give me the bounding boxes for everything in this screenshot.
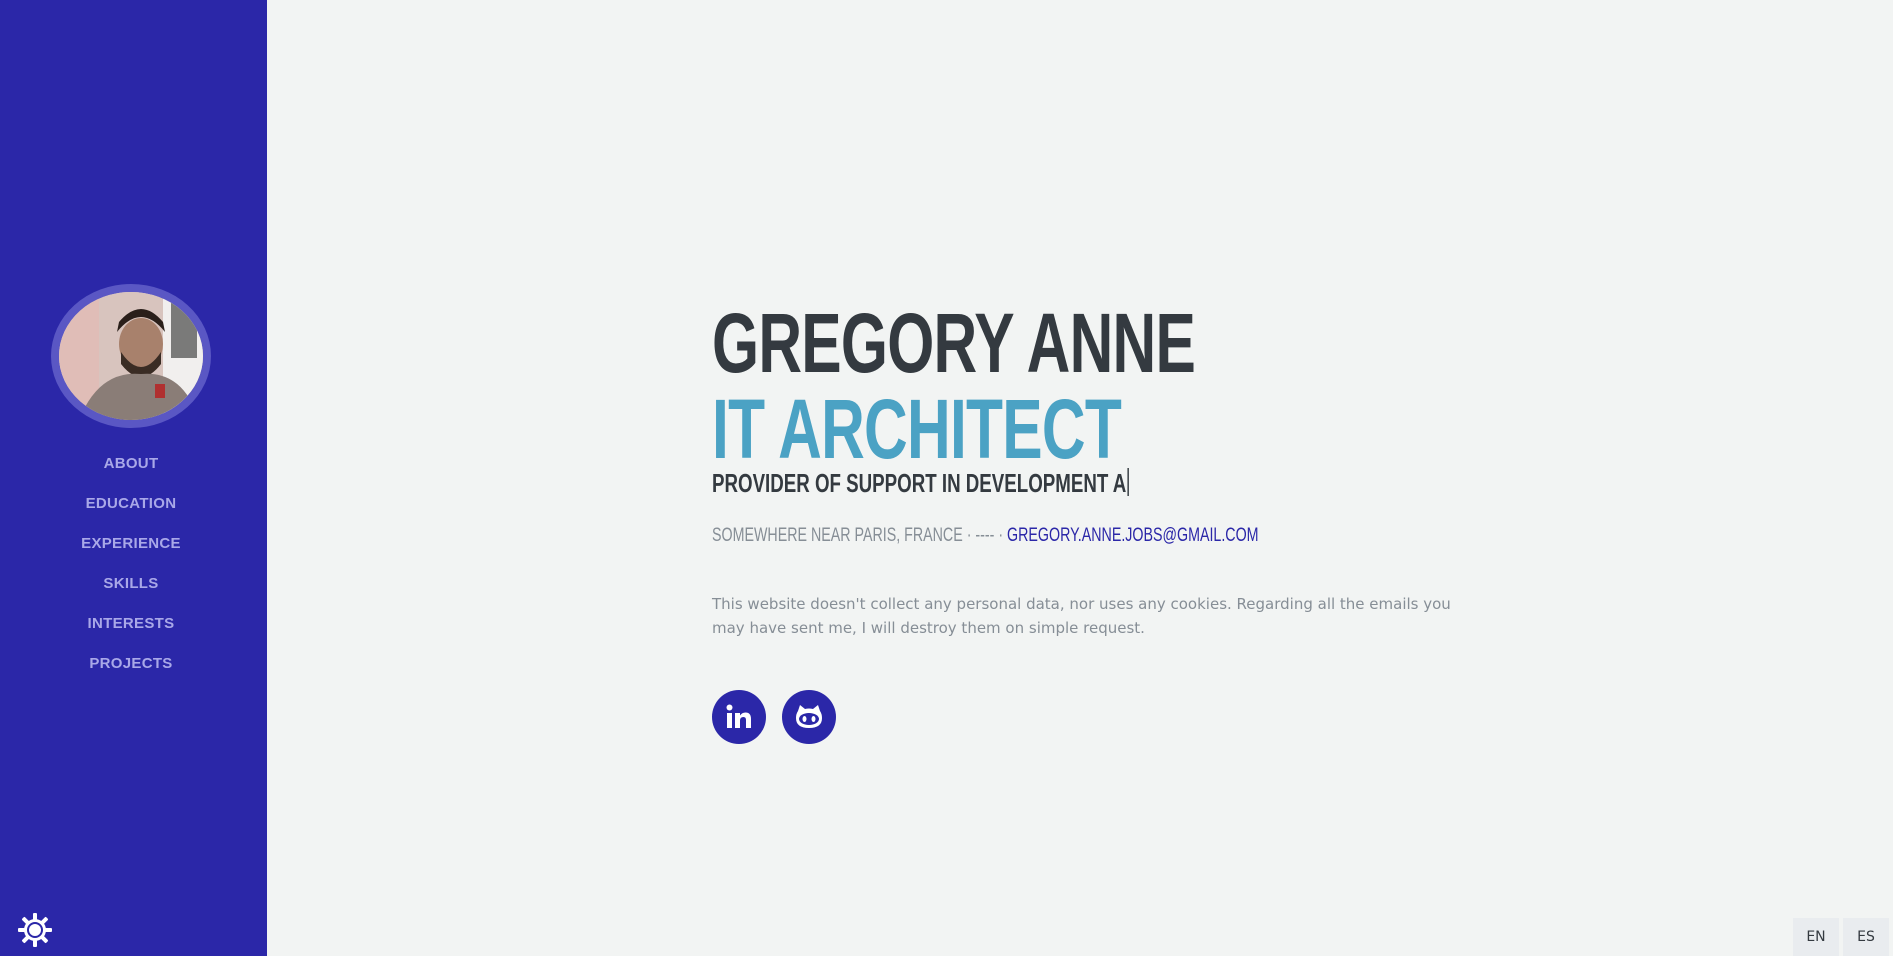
avatar-ring — [51, 284, 211, 428]
theme-toggle-button[interactable] — [17, 912, 53, 948]
nav-item-skills[interactable]: SKILLS — [0, 572, 262, 612]
language-es-button[interactable]: ES — [1843, 918, 1889, 956]
nav-item-interests[interactable]: INTERESTS — [0, 612, 262, 652]
contact-line: SOMEWHERE NEAR PARIS, FRANCE · ---- · GR… — [712, 524, 1282, 548]
nav-item-projects[interactable]: PROJECTS — [0, 652, 262, 692]
avatar-photo — [59, 292, 203, 420]
linkedin-button[interactable] — [712, 690, 766, 744]
social-links — [712, 690, 1472, 744]
typed-subtitle: PROVIDER OF SUPPORT IN DEVELOPMENT A — [712, 468, 1127, 498]
linkedin-icon — [726, 704, 751, 728]
sidebar: ABOUT EDUCATION EXPERIENCE SKILLS INTERE… — [0, 0, 267, 956]
typing-caret — [1127, 468, 1130, 496]
nav-item-experience[interactable]: EXPERIENCE — [0, 532, 262, 572]
gear-sun-icon — [18, 913, 52, 947]
github-icon — [796, 705, 822, 728]
hero-name: GREGORY ANNE — [712, 296, 1196, 390]
github-button[interactable] — [782, 690, 836, 744]
avatar[interactable] — [59, 292, 203, 420]
language-en-button[interactable]: EN — [1793, 918, 1839, 956]
contact-separator: · ---- · — [962, 525, 1008, 546]
about-section: GREGORY ANNE IT ARCHITECT PROVIDER OF SU… — [712, 300, 1472, 744]
nav-item-education[interactable]: EDUCATION — [0, 492, 262, 532]
hero-subtitle: PROVIDER OF SUPPORT IN DEVELOPMENT A — [712, 468, 1259, 498]
privacy-notice: This website doesn't collect any persona… — [712, 595, 1451, 637]
location: SOMEWHERE NEAR PARIS, FRANCE — [712, 525, 963, 546]
email-link[interactable]: GREGORY.ANNE.JOBS@GMAIL.COM — [1007, 525, 1258, 546]
sidebar-nav: ABOUT EDUCATION EXPERIENCE SKILLS INTERE… — [0, 452, 262, 692]
nav-item-about[interactable]: ABOUT — [0, 452, 262, 492]
hero-role: IT ARCHITECT — [712, 382, 1122, 476]
